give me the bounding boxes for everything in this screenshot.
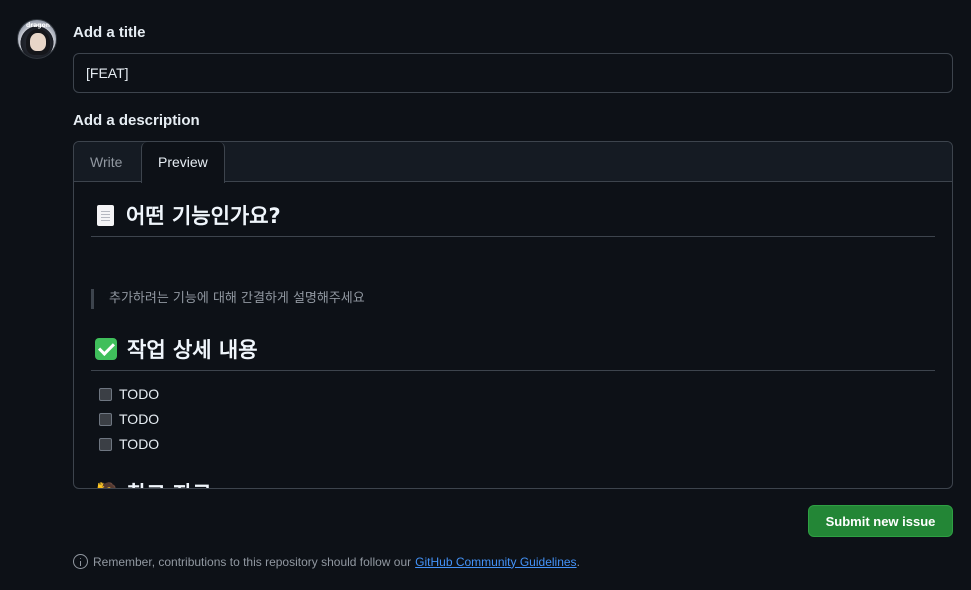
- title-label: Add a title: [73, 24, 146, 41]
- tab-preview[interactable]: Preview: [141, 142, 225, 183]
- submit-issue-button[interactable]: Submit new issue: [808, 505, 953, 537]
- heading-details-text: 작업 상세 내용: [127, 338, 258, 362]
- title-input[interactable]: [73, 53, 953, 93]
- footer-suffix: .: [576, 554, 580, 569]
- preview-heading-references: 🙋 참고 자료: [91, 478, 935, 488]
- task-checkbox[interactable]: [99, 437, 112, 451]
- preview-quote: 추가하려는 기능에 대해 간결하게 설명해주세요: [91, 289, 365, 309]
- footer-text: Remember, contributions to this reposito…: [93, 554, 412, 569]
- check-mark-button-icon: [95, 338, 117, 360]
- task-checkbox[interactable]: [99, 412, 112, 426]
- editor-tabs: Write Preview: [74, 142, 952, 183]
- heading-references-text: 참고 자료: [127, 478, 212, 488]
- task-item: TODO: [99, 411, 159, 427]
- page-icon: [97, 204, 114, 226]
- tab-write[interactable]: Write: [74, 142, 138, 182]
- person-raising-hand-icon: 🙋: [95, 482, 120, 488]
- task-label: TODO: [119, 436, 160, 452]
- task-item: TODO: [99, 386, 159, 402]
- footer-note: Remember, contributions to this reposito…: [73, 554, 580, 569]
- avatar-caption: dragon: [26, 22, 50, 29]
- community-guidelines-link[interactable]: GitHub Community Guidelines: [415, 555, 576, 569]
- task-item: TODO: [99, 436, 159, 452]
- task-label: TODO: [119, 411, 160, 427]
- description-editor: Write Preview 어떤 기능인가요? 추가하려는 기능에 대해 간결하…: [73, 141, 953, 489]
- description-label: Add a description: [73, 112, 200, 129]
- info-icon: [73, 554, 88, 569]
- preview-heading-details: 작업 상세 내용: [91, 334, 935, 371]
- preview-heading-feature: 어떤 기능인가요?: [91, 200, 935, 237]
- task-checkbox[interactable]: [99, 387, 112, 401]
- task-label: TODO: [119, 386, 160, 402]
- avatar-face: [30, 33, 46, 51]
- heading-feature-text: 어떤 기능인가요?: [126, 204, 281, 228]
- avatar[interactable]: dragon: [17, 19, 57, 59]
